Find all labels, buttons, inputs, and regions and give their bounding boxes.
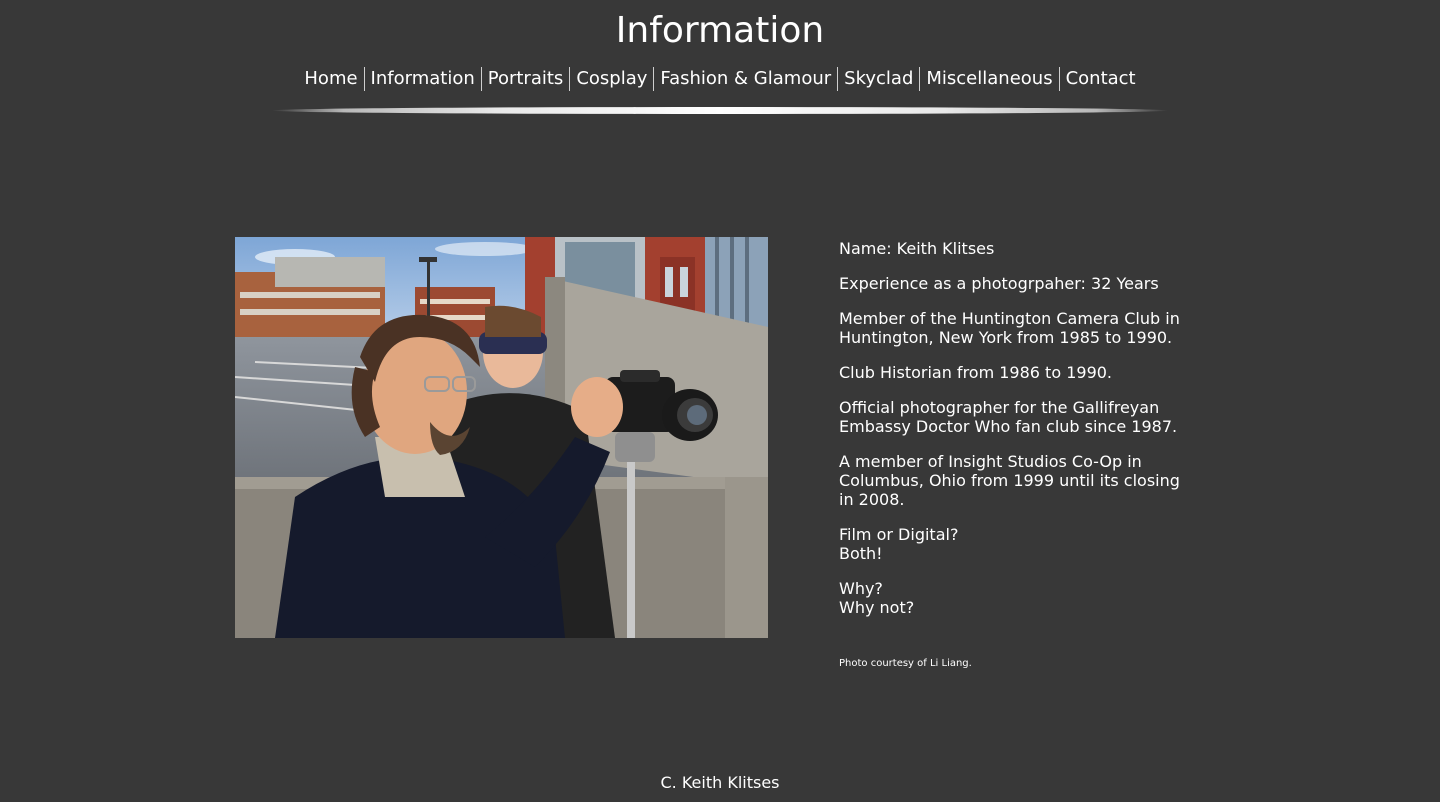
info-official: Official photographer for the Gallifreya… <box>839 398 1178 436</box>
nav-contact[interactable]: Contact <box>1058 67 1142 91</box>
why-answer: Why not? <box>839 598 915 617</box>
film-question: Film or Digital? <box>839 525 959 544</box>
info-historian: Club Historian from 1986 to 1990. <box>839 363 1113 382</box>
nav-fashion-glamour[interactable]: Fashion & Glamour <box>653 67 837 91</box>
main-nav: Home Information Portraits Cosplay Fashi… <box>0 67 1440 91</box>
photo-credit: Photo courtesy of Li Liang. <box>839 658 972 669</box>
nav-miscellaneous[interactable]: Miscellaneous <box>919 67 1058 91</box>
header-divider <box>272 107 1168 114</box>
nav-cosplay[interactable]: Cosplay <box>569 67 653 91</box>
nav-home[interactable]: Home <box>298 67 363 91</box>
info-club: Member of the Huntington Camera Club in … <box>839 309 1180 347</box>
info-experience: Experience as a photogrpaher: 32 Years <box>839 274 1159 293</box>
info-why: Why? Why not? <box>839 579 1199 617</box>
info-film-or-digital: Film or Digital? Both! <box>839 525 1199 563</box>
film-answer: Both! <box>839 544 883 563</box>
why-question: Why? <box>839 579 883 598</box>
nav-information[interactable]: Information <box>363 67 481 91</box>
page-title: Information <box>615 10 825 51</box>
nav-portraits[interactable]: Portraits <box>480 67 570 91</box>
footer-copyright: C. Keith Klitses <box>660 773 780 792</box>
info-insight: A member of Insight Studios Co-Op in Col… <box>839 452 1180 509</box>
nav-skyclad[interactable]: Skyclad <box>837 67 919 91</box>
info-name: Name: Keith Klitses <box>839 239 995 258</box>
info-panel: Name: Keith Klitses Experience as a phot… <box>839 239 1199 633</box>
photographer-photo <box>235 237 768 638</box>
